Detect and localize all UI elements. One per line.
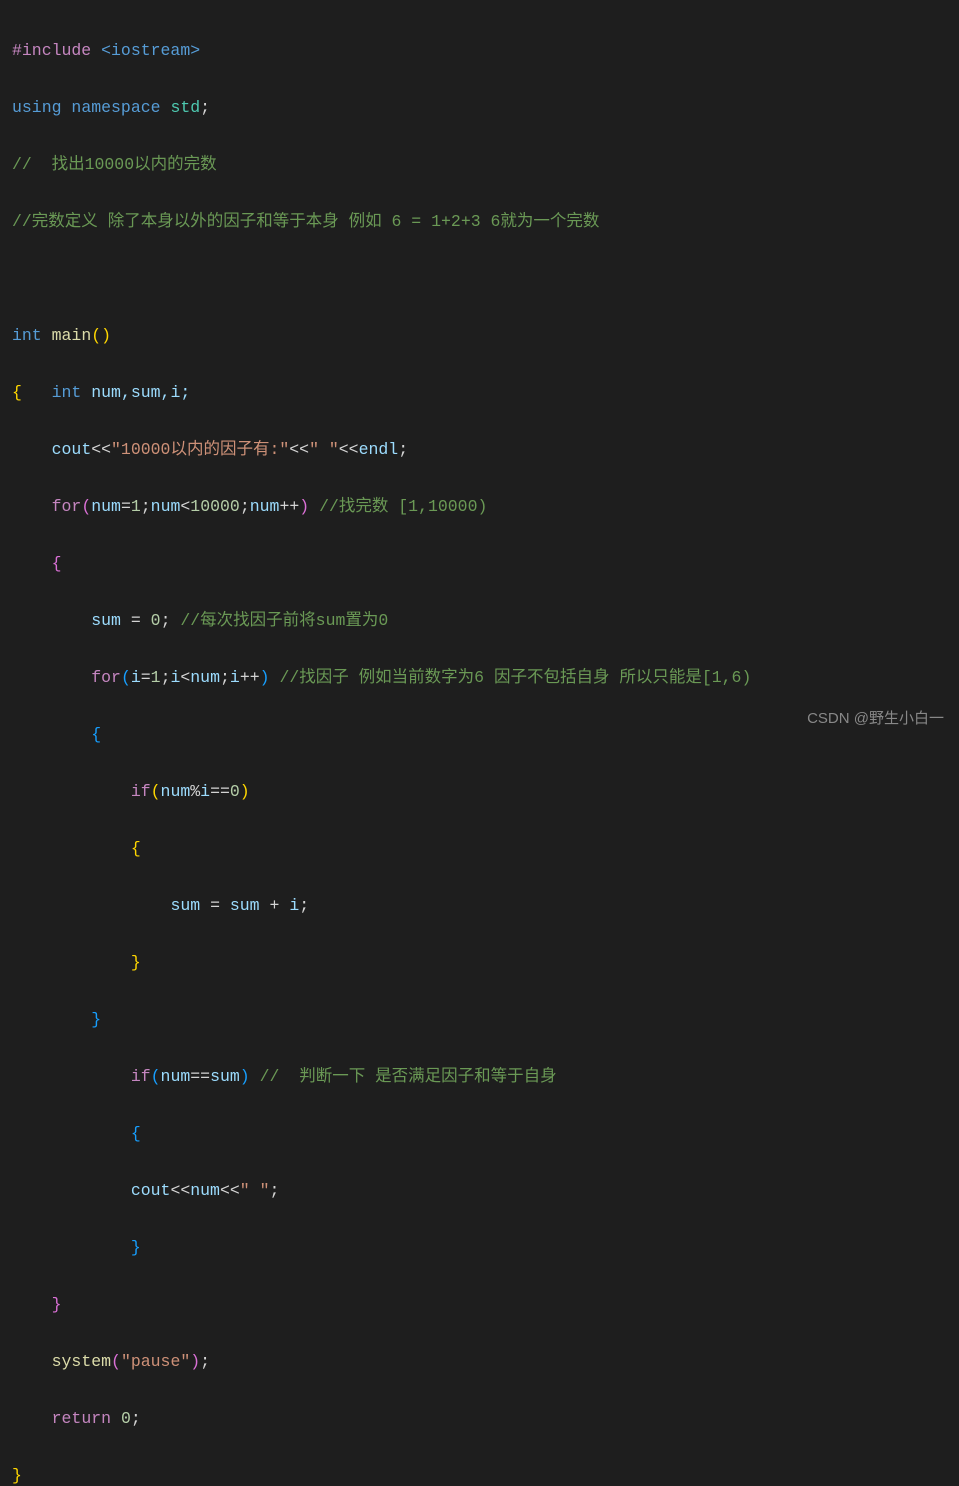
variable: i [131, 668, 141, 687]
code-line: #include <iostream> [12, 37, 947, 66]
comment: // 找出10000以内的完数 [12, 155, 217, 174]
comment: //完数定义 除了本身以外的因子和等于本身 例如 6 = 1+2+3 6就为一个… [12, 212, 599, 231]
string: " " [240, 1181, 270, 1200]
keyword-if: if [131, 782, 151, 801]
number: 0 [230, 782, 240, 801]
code-line: for(i=1;i<num;i++) //找因子 例如当前数字为6 因子不包括自… [12, 664, 947, 693]
code-line: // 找出10000以内的完数 [12, 151, 947, 180]
variable: i [230, 668, 240, 687]
variable: i [170, 668, 180, 687]
keyword-for: for [52, 497, 82, 516]
code-line: } [12, 1462, 947, 1486]
code-line: sum = sum + i; [12, 892, 947, 921]
string: "pause" [121, 1352, 190, 1371]
number: 0 [151, 611, 161, 630]
code-line: } [12, 949, 947, 978]
variable: num,sum,i; [91, 383, 190, 402]
code-line [12, 265, 947, 294]
code-line: cout<<"10000以内的因子有:"<<" "<<endl; [12, 436, 947, 465]
number: 10000 [190, 497, 240, 516]
code-line: { [12, 550, 947, 579]
code-line: using namespace std; [12, 94, 947, 123]
code-line: if(num%i==0) [12, 778, 947, 807]
variable: num [190, 1181, 220, 1200]
keyword-return: return [52, 1409, 111, 1428]
string: " " [309, 440, 339, 459]
variable: sum [230, 896, 260, 915]
directive: #include [12, 41, 91, 60]
code-line: system("pause"); [12, 1348, 947, 1377]
code-line: } [12, 1291, 947, 1320]
code-line: cout<<num<<" "; [12, 1177, 947, 1206]
code-line: return 0; [12, 1405, 947, 1434]
code-line: } [12, 1006, 947, 1035]
watermark: CSDN @野生小白一 [807, 705, 944, 734]
keyword-using: using [12, 98, 62, 117]
variable: num [91, 497, 121, 516]
code-line: sum = 0; //每次找因子前将sum置为0 [12, 607, 947, 636]
variable: num [190, 668, 220, 687]
comment: //找完数 [1,10000) [319, 497, 487, 516]
string: "10000以内的因子有:" [111, 440, 289, 459]
code-line: if(num==sum) // 判断一下 是否满足因子和等于自身 [12, 1063, 947, 1092]
function-main: main [52, 326, 92, 345]
code-line: { int num,sum,i; [12, 379, 947, 408]
number: 1 [131, 497, 141, 516]
identifier-std: std [170, 98, 200, 117]
variable: num [161, 782, 191, 801]
code-line: int main() [12, 322, 947, 351]
comment: // 判断一下 是否满足因子和等于自身 [260, 1067, 557, 1086]
cout: cout [131, 1181, 171, 1200]
type-int: int [12, 326, 42, 345]
code-line: } [12, 1234, 947, 1263]
variable: num [161, 1067, 191, 1086]
variable: sum [210, 1067, 240, 1086]
code-editor: #include <iostream> using namespace std;… [12, 8, 947, 1486]
keyword-namespace: namespace [71, 98, 160, 117]
code-line: { [12, 1120, 947, 1149]
number: 1 [151, 668, 161, 687]
comment: //找因子 例如当前数字为6 因子不包括自身 所以只能是[1,6) [279, 668, 751, 687]
keyword-if: if [131, 1067, 151, 1086]
function-system: system [52, 1352, 111, 1371]
variable: num [151, 497, 181, 516]
comment: //每次找因子前将sum置为0 [180, 611, 388, 630]
header-include: <iostream> [101, 41, 200, 60]
variable: sum [91, 611, 121, 630]
variable: num [250, 497, 280, 516]
code-line: //完数定义 除了本身以外的因子和等于本身 例如 6 = 1+2+3 6就为一个… [12, 208, 947, 237]
cout: cout [52, 440, 92, 459]
keyword-for: for [91, 668, 121, 687]
type-int: int [52, 383, 82, 402]
number: 0 [121, 1409, 131, 1428]
variable: i [200, 782, 210, 801]
variable: sum [170, 896, 200, 915]
endl: endl [359, 440, 399, 459]
code-line: { [12, 835, 947, 864]
variable: i [289, 896, 299, 915]
code-line: for(num=1;num<10000;num++) //找完数 [1,1000… [12, 493, 947, 522]
